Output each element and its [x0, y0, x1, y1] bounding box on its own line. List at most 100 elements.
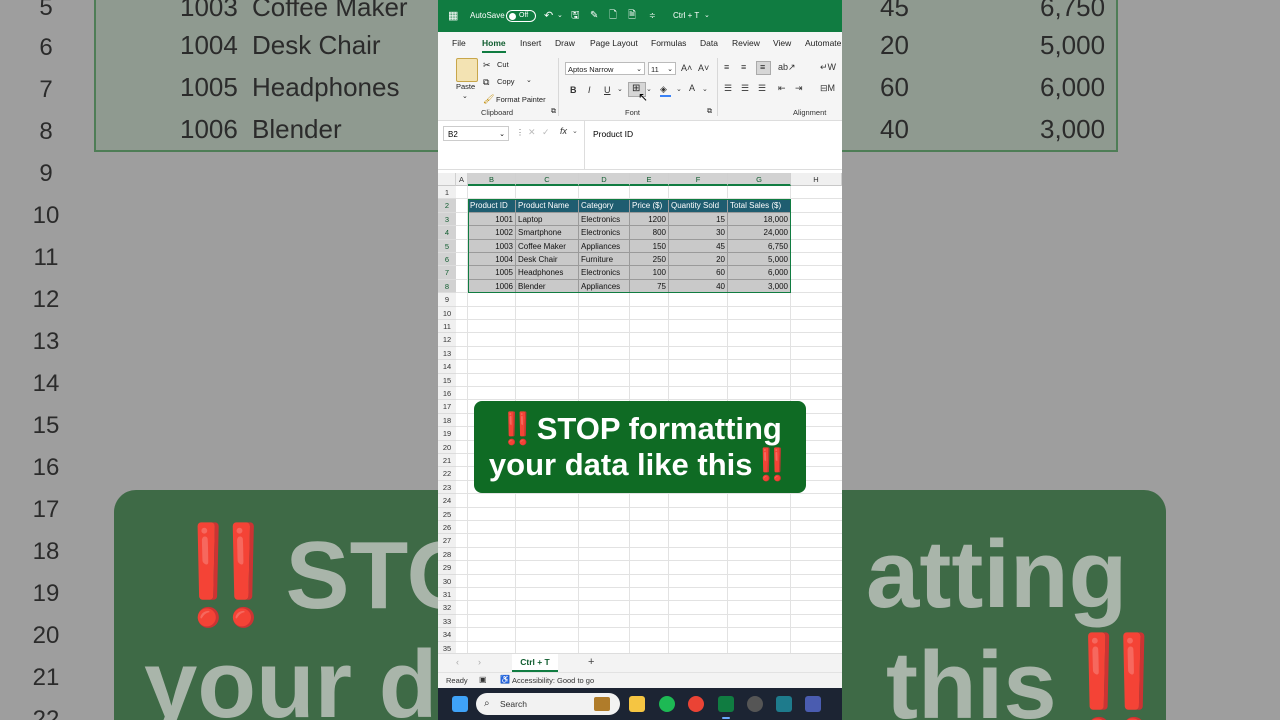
table-cell[interactable]: 30 [669, 226, 728, 240]
table-cell[interactable]: 45 [669, 239, 728, 253]
cut-button[interactable]: Cut [497, 60, 509, 69]
table-cell[interactable]: 60 [669, 266, 728, 280]
more-icon[interactable]: ⋮ [516, 128, 524, 137]
row-header[interactable]: 23 [438, 480, 456, 495]
row-header[interactable]: 29 [438, 561, 456, 575]
table-cell[interactable]: Headphones [516, 266, 579, 280]
copy-icon[interactable]: ⧉ [483, 77, 489, 88]
table-cell[interactable]: 15 [669, 212, 728, 227]
chevron-down-icon[interactable]: ⌄ [526, 76, 532, 84]
table-cell[interactable]: 150 [630, 239, 669, 253]
undo-icon[interactable]: ↶ [544, 0, 553, 32]
cancel-icon[interactable]: ✕ [528, 127, 536, 138]
accessibility-status[interactable]: Accessibility: Good to go [512, 676, 594, 685]
formula-input[interactable]: Product ID [584, 121, 842, 169]
table-cell[interactable]: 1004 [468, 253, 516, 267]
row-header[interactable]: 7 [438, 266, 456, 280]
paste-button[interactable]: Paste [456, 82, 475, 91]
table-cell[interactable]: Electronics [579, 226, 630, 240]
taskbar-search[interactable]: ⌕ Search [476, 693, 620, 715]
obs-icon[interactable] [747, 696, 763, 712]
table-cell[interactable]: 800 [630, 226, 669, 240]
row-header[interactable]: 27 [438, 534, 456, 548]
table-cell[interactable]: 1001 [468, 212, 516, 227]
font-color-icon[interactable]: A [689, 83, 695, 93]
table-cell[interactable]: Blender [516, 279, 579, 294]
column-header[interactable]: C [516, 173, 579, 186]
column-header[interactable]: H [791, 173, 842, 186]
chevron-down-icon[interactable]: ⌄ [617, 85, 623, 93]
select-all-button[interactable] [438, 173, 456, 186]
row-header[interactable]: 19 [438, 427, 456, 441]
row-header[interactable]: 14 [438, 360, 456, 374]
table-cell[interactable]: 5,000 [728, 253, 791, 267]
row-header[interactable]: 24 [438, 494, 456, 508]
row-header[interactable]: 6 [438, 253, 456, 267]
table-cell[interactable]: 3,000 [728, 279, 791, 294]
table-cell[interactable]: Desk Chair [516, 253, 579, 267]
enter-icon[interactable]: ✓ [542, 127, 550, 138]
fill-color-icon[interactable]: ◈ [660, 84, 667, 95]
row-header[interactable]: 26 [438, 521, 456, 535]
chevron-down-icon[interactable]: ⌄ [557, 0, 563, 32]
customize-icon[interactable]: ≑ [649, 0, 656, 32]
orientation-icon[interactable]: ab↗ [778, 62, 796, 73]
row-header[interactable]: 15 [438, 373, 456, 387]
print-preview-icon[interactable]: 🗎 [628, 0, 636, 32]
row-header[interactable]: 8 [438, 279, 456, 294]
table-cell[interactable]: 18,000 [728, 212, 791, 227]
menu-automate[interactable]: Automate [805, 32, 841, 54]
column-header[interactable]: B [468, 173, 516, 186]
menu-data[interactable]: Data [700, 32, 718, 54]
font-size-select[interactable]: 11 ⌄ [648, 62, 676, 75]
autosave-toggle[interactable]: Off [506, 10, 536, 22]
chevron-right-icon[interactable]: › [478, 657, 481, 667]
table-cell[interactable]: 1003 [468, 239, 516, 253]
menu-file[interactable]: File [452, 32, 466, 54]
add-sheet-button[interactable]: + [588, 656, 594, 668]
dialog-launcher-icon[interactable]: ⧉ [707, 108, 712, 116]
accessibility-icon[interactable]: ♿ [500, 675, 510, 684]
underline-button[interactable]: U [604, 85, 611, 95]
table-cell[interactable]: Coffee Maker [516, 239, 579, 253]
sheet-tab[interactable]: Ctrl + T [512, 654, 558, 672]
row-header[interactable]: 10 [438, 306, 456, 320]
table-header-cell[interactable]: Quantity Sold [669, 199, 728, 213]
macro-icon[interactable]: ▣ [479, 675, 487, 684]
row-header[interactable]: 16 [438, 387, 456, 401]
row-header[interactable]: 13 [438, 346, 456, 361]
form-icon[interactable]: ✎ [590, 0, 598, 32]
table-cell[interactable]: Electronics [579, 212, 630, 227]
table-cell[interactable]: 40 [669, 279, 728, 294]
table-cell[interactable]: Smartphone [516, 226, 579, 240]
chevron-down-icon[interactable]: ⌄ [704, 0, 710, 32]
increase-font-icon[interactable]: A˄ [681, 63, 692, 73]
table-header-cell[interactable]: Price ($) [630, 199, 669, 213]
windows-start-icon[interactable] [452, 696, 468, 712]
wrap-text-icon[interactable]: ↵W [820, 62, 836, 73]
column-header[interactable]: A [456, 173, 468, 186]
decrease-font-icon[interactable]: A˅ [698, 63, 709, 73]
row-header[interactable]: 5 [438, 239, 456, 253]
save-icon[interactable]: 🖫 [571, 0, 580, 32]
new-file-icon[interactable]: 🗋 [609, 0, 617, 32]
align-bottom-button[interactable]: ≡ [756, 61, 771, 75]
row-header[interactable]: 12 [438, 333, 456, 347]
increase-indent-icon[interactable]: ⇥ [795, 83, 803, 94]
bold-button[interactable]: B [570, 85, 577, 95]
align-top-icon[interactable]: ≡ [724, 62, 729, 72]
align-left-icon[interactable]: ☰ [724, 83, 732, 94]
table-cell[interactable]: 20 [669, 253, 728, 267]
table-cell[interactable]: 1005 [468, 266, 516, 280]
font-name-select[interactable]: Aptos Narrow ⌄ [565, 62, 645, 75]
row-header[interactable]: 20 [438, 440, 456, 454]
column-header[interactable]: F [669, 173, 728, 186]
chrome-icon[interactable] [688, 696, 704, 712]
row-header[interactable]: 33 [438, 614, 456, 629]
table-cell[interactable]: 24,000 [728, 226, 791, 240]
chevron-left-icon[interactable]: ‹ [456, 657, 459, 667]
scissors-icon[interactable]: ✂ [483, 60, 491, 71]
table-header-cell[interactable]: Total Sales ($) [728, 199, 791, 213]
table-cell[interactable]: 1002 [468, 226, 516, 240]
table-cell[interactable]: 6,750 [728, 239, 791, 253]
